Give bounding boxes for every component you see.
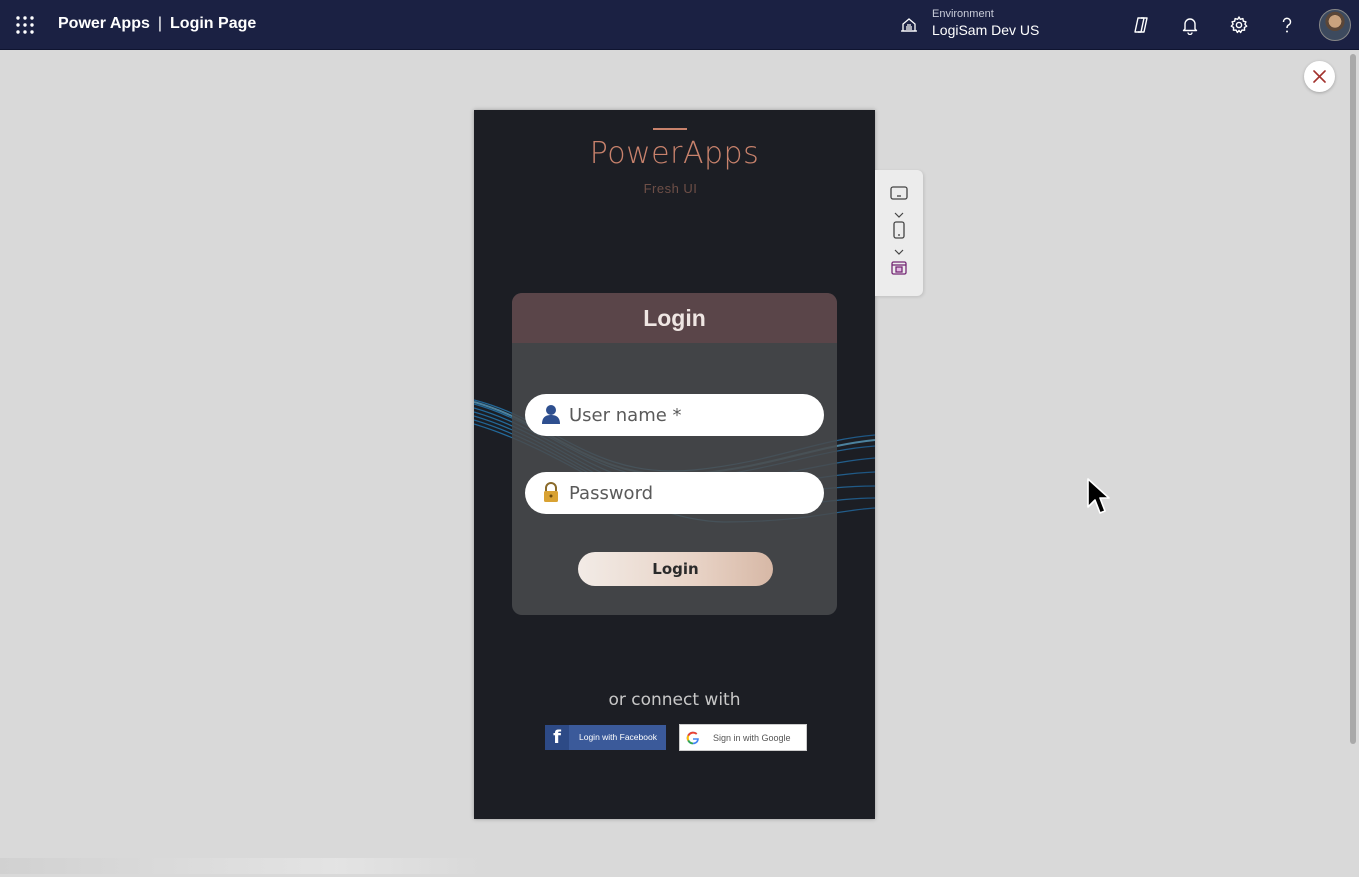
app-preview-phone: PowerApps Fresh UI Login Login or connec…	[474, 110, 875, 819]
facebook-login-button[interactable]: f Login with Facebook	[545, 725, 666, 750]
google-signin-label: Sign in with Google	[713, 733, 791, 743]
device-toolbar	[875, 170, 923, 296]
facebook-icon: f	[545, 725, 569, 750]
horizontal-scrollbar[interactable]	[0, 858, 480, 874]
user-avatar[interactable]	[1319, 9, 1351, 41]
environment-icon	[901, 18, 917, 32]
chevron-down-icon[interactable]	[893, 243, 905, 255]
brand-name: PowerApps	[589, 136, 760, 171]
connect-with-text: or connect with	[608, 690, 741, 710]
environment-label: Environment	[932, 8, 994, 20]
app-title: Power Apps | Login Page	[58, 15, 256, 33]
chevron-down-icon[interactable]	[893, 206, 905, 218]
username-input[interactable]	[569, 400, 809, 430]
page-name: Login Page	[170, 15, 257, 32]
brand-subtitle: Fresh UI	[643, 181, 698, 196]
app-name[interactable]: Power Apps	[58, 15, 150, 32]
bell-icon[interactable]	[1180, 15, 1200, 36]
google-icon	[686, 731, 699, 745]
login-card-title: Login	[512, 293, 837, 343]
gear-icon[interactable]	[1229, 15, 1249, 35]
user-icon	[542, 405, 560, 424]
login-button[interactable]: Login	[578, 552, 773, 586]
google-signin-button[interactable]: Sign in with Google	[679, 724, 807, 751]
app-launcher-waffle-icon[interactable]	[14, 14, 36, 36]
brand-accent-line	[653, 128, 687, 130]
mouse-cursor-icon	[1087, 478, 1110, 514]
top-bar: Power Apps | Login Page Environment LogiSa…	[0, 0, 1359, 50]
orientation-icon[interactable]	[889, 258, 909, 278]
lock-icon	[544, 482, 558, 502]
password-input[interactable]	[569, 478, 809, 508]
phone-view-icon[interactable]	[889, 220, 909, 240]
close-preview-button[interactable]	[1304, 61, 1335, 92]
close-icon	[1313, 70, 1326, 83]
scrollbar-thumb[interactable]	[1350, 54, 1356, 744]
login-card: Login Login	[512, 293, 837, 615]
password-field[interactable]	[525, 472, 824, 514]
title-separator: |	[157, 15, 163, 32]
help-icon[interactable]	[1277, 15, 1297, 35]
copilot-icon[interactable]	[1131, 15, 1151, 35]
tablet-view-icon[interactable]	[889, 183, 909, 203]
username-field[interactable]	[525, 394, 824, 436]
facebook-login-label: Login with Facebook	[579, 732, 657, 742]
environment-name: LogiSam Dev US	[932, 22, 1040, 38]
vertical-scrollbar[interactable]	[1349, 52, 1357, 877]
